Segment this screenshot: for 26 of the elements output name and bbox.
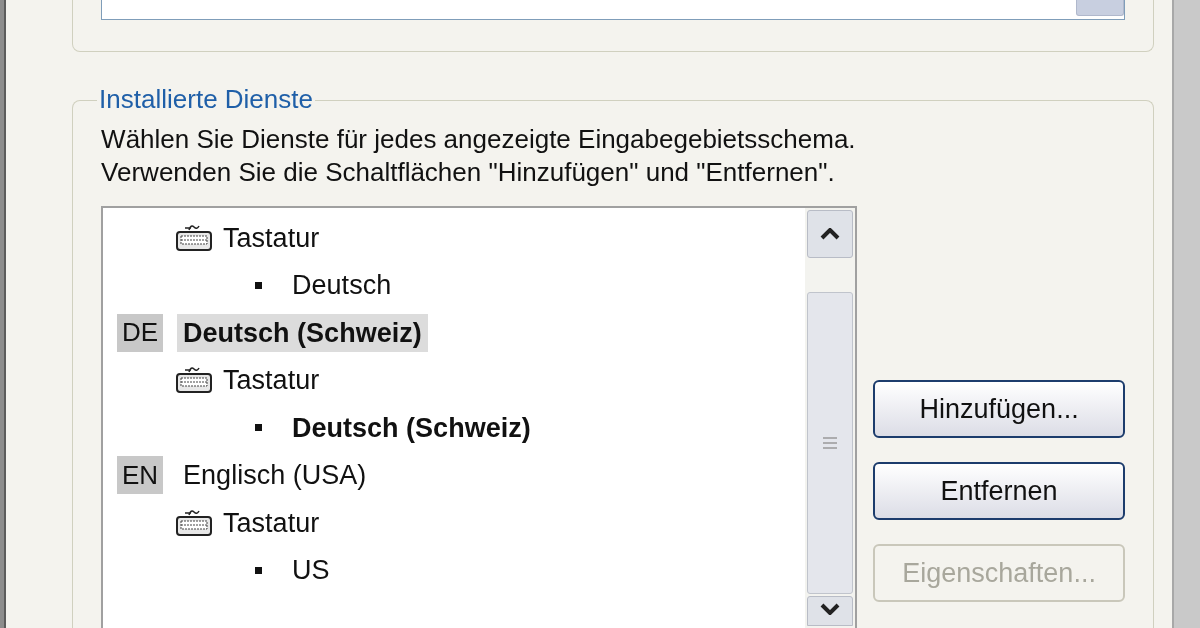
language-code: DE bbox=[117, 313, 164, 352]
scroll-up-button[interactable] bbox=[807, 210, 854, 258]
bullet-icon bbox=[255, 281, 263, 289]
language-item[interactable]: Deutsch (Schweiz) bbox=[177, 313, 428, 352]
layout-item[interactable]: US bbox=[292, 550, 330, 591]
description-text: Verwenden Sie die Schaltflächen "Hinzufügen" und "Entfernen". bbox=[101, 156, 836, 189]
services-list[interactable]: Tastatur Deutsch DE Deutsch (Schweiz) Tastatur Deutsch (Schweiz) EN Englisch (USA) Tastatur US bbox=[101, 206, 858, 628]
bullet-icon bbox=[255, 424, 263, 432]
caret-down-icon bbox=[820, 603, 841, 615]
dropdown-button[interactable] bbox=[1076, 0, 1125, 16]
grip-icon bbox=[822, 436, 839, 450]
action-button[interactable]: Hinzufügen... bbox=[873, 380, 1126, 438]
scrollbar[interactable] bbox=[805, 208, 856, 628]
scroll-thumb[interactable] bbox=[807, 292, 854, 594]
category-label[interactable]: Tastatur bbox=[223, 217, 320, 258]
layout-item[interactable]: Deutsch bbox=[292, 265, 392, 306]
layout-item[interactable]: Deutsch (Schweiz) bbox=[292, 407, 531, 448]
caret-up-icon bbox=[820, 228, 841, 240]
bullet-icon bbox=[255, 566, 263, 574]
scroll-down-button[interactable] bbox=[807, 596, 854, 626]
category-label[interactable]: Tastatur bbox=[223, 360, 320, 401]
description-text: Wählen Sie Dienste für jedes angezeigte Eingabegebietsschema. bbox=[101, 123, 857, 156]
category-label[interactable]: Tastatur bbox=[223, 502, 320, 543]
language-item[interactable]: Englisch (USA) bbox=[177, 456, 373, 495]
language-code: EN bbox=[117, 456, 164, 495]
action-button[interactable]: Entfernen bbox=[873, 462, 1126, 520]
